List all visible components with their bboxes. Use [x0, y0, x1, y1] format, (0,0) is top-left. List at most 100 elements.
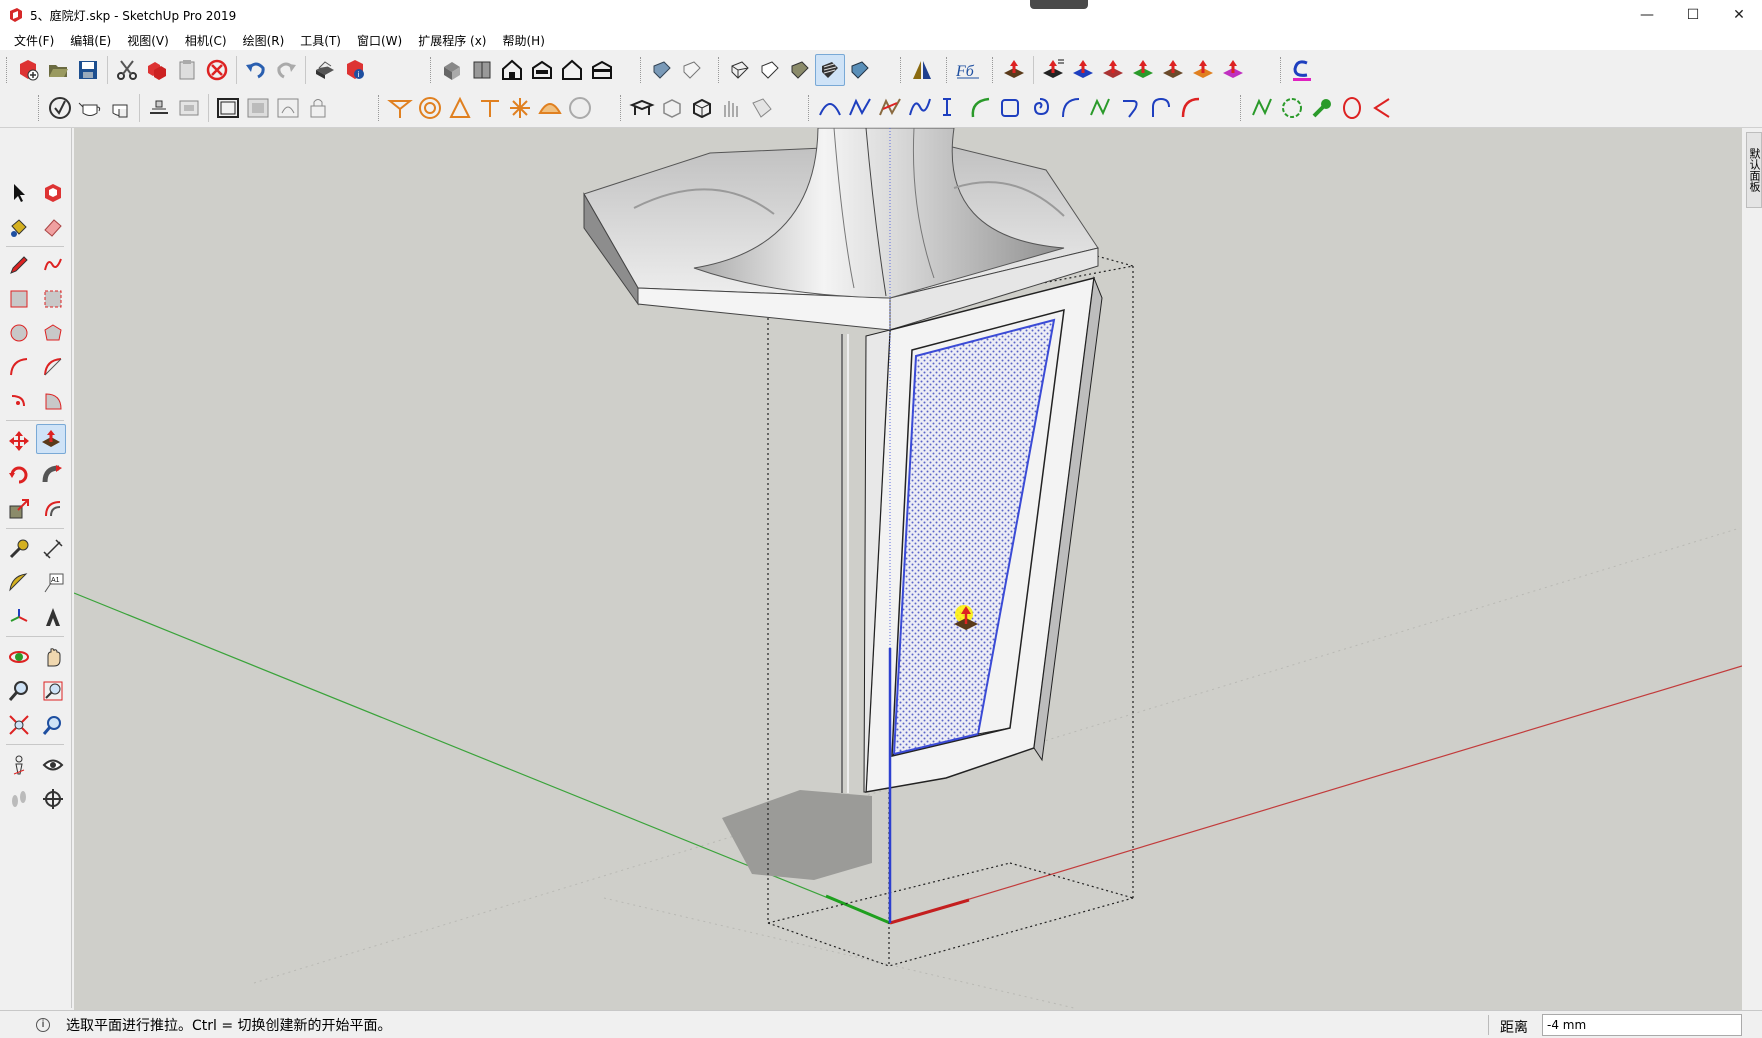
eraser-icon[interactable]	[38, 212, 68, 242]
zoom-icon[interactable]	[4, 676, 34, 706]
push-n-icon[interactable]	[1158, 54, 1188, 86]
rectangle-icon[interactable]	[995, 92, 1025, 124]
orbit-icon[interactable]	[4, 642, 34, 672]
copy-icon[interactable]	[142, 54, 172, 86]
menu-draw[interactable]: 绘图(R)	[235, 32, 293, 49]
fold-icon[interactable]	[747, 92, 777, 124]
bezier-icon[interactable]	[815, 92, 845, 124]
zoom-window-icon[interactable]	[38, 676, 68, 706]
round-corner-icon[interactable]	[415, 92, 445, 124]
circle-icon[interactable]	[1337, 92, 1367, 124]
push-pull-icon[interactable]	[36, 424, 66, 454]
freehand-curve-icon[interactable]	[875, 92, 905, 124]
teapot-icon[interactable]	[75, 92, 105, 124]
curvizard-icon[interactable]	[1287, 54, 1317, 86]
menu-tools[interactable]: 工具(T)	[292, 32, 349, 49]
edit-curve-icon[interactable]	[1247, 92, 1277, 124]
section-plane-icon[interactable]	[907, 54, 937, 86]
rectangle-tool-icon[interactable]	[4, 284, 34, 314]
tape-measure-icon[interactable]	[4, 534, 34, 564]
zigzag-icon[interactable]	[1085, 92, 1115, 124]
top-view-icon[interactable]	[467, 54, 497, 86]
three-point-arc-icon[interactable]	[4, 386, 34, 416]
catenary-icon[interactable]	[935, 92, 965, 124]
wireframe-icon[interactable]	[725, 54, 755, 86]
dome-icon[interactable]	[535, 92, 565, 124]
minimize-button[interactable]: —	[1624, 0, 1670, 30]
frame-3-icon[interactable]	[273, 92, 303, 124]
font-plugin-icon[interactable]: Fб	[953, 54, 983, 86]
circle-tool-icon[interactable]	[4, 318, 34, 348]
right-view-icon[interactable]	[527, 54, 557, 86]
push-r-icon[interactable]	[1098, 54, 1128, 86]
measurements-input[interactable]: -4 mm	[1542, 1014, 1742, 1036]
sparkle-icon[interactable]	[505, 92, 535, 124]
polyline-icon[interactable]	[905, 92, 935, 124]
frame-2-icon[interactable]	[243, 92, 273, 124]
left-view-icon[interactable]	[587, 54, 617, 86]
push-f-icon[interactable]	[1218, 54, 1248, 86]
select-icon[interactable]	[4, 178, 34, 208]
undo-icon[interactable]	[241, 54, 271, 86]
paste-icon[interactable]	[172, 54, 202, 86]
default-tray-tab[interactable]: 默认面板	[1746, 132, 1762, 208]
arc-green-icon[interactable]	[965, 92, 995, 124]
sandbox-from-scratch-icon[interactable]	[174, 92, 204, 124]
erase-selection-icon[interactable]	[202, 54, 232, 86]
iso-view-icon[interactable]	[437, 54, 467, 86]
t-shape-icon[interactable]	[475, 92, 505, 124]
back-edges-icon[interactable]	[677, 54, 707, 86]
polygon-tool-icon[interactable]	[38, 318, 68, 348]
model-viewport[interactable]	[74, 128, 1742, 1010]
arc-icon[interactable]	[1055, 92, 1085, 124]
info-icon[interactable]: i	[36, 1017, 50, 1032]
pencil-icon[interactable]	[4, 250, 34, 280]
wrench-icon[interactable]	[1307, 92, 1337, 124]
make-component-icon[interactable]	[38, 178, 68, 208]
paint-bucket-icon[interactable]	[4, 212, 34, 242]
hidden-line-icon[interactable]	[755, 54, 785, 86]
rotated-rect-icon[interactable]	[38, 284, 68, 314]
spline-icon[interactable]	[845, 92, 875, 124]
umbrella-icon[interactable]	[385, 92, 415, 124]
freehand-icon[interactable]	[38, 250, 68, 280]
solid-check-icon[interactable]	[45, 92, 75, 124]
walk-icon[interactable]	[4, 784, 34, 814]
wedge-icon[interactable]	[1367, 92, 1397, 124]
shaded-textures-icon[interactable]	[815, 54, 845, 86]
push-equal-icon[interactable]	[1038, 54, 1068, 86]
menu-extensions[interactable]: 扩展程序 (x)	[410, 32, 494, 49]
text-icon[interactable]: A1	[38, 568, 68, 598]
menu-help[interactable]: 帮助(H)	[494, 32, 552, 49]
position-camera-icon[interactable]	[4, 750, 34, 780]
push-x-icon[interactable]	[1188, 54, 1218, 86]
pan-icon[interactable]	[38, 642, 68, 672]
hook-icon[interactable]	[1115, 92, 1145, 124]
frame-icon[interactable]	[213, 92, 243, 124]
menu-file[interactable]: 文件(F)	[6, 32, 62, 49]
drag-handle[interactable]	[1030, 0, 1088, 9]
move-icon[interactable]	[4, 426, 34, 456]
table-icon[interactable]	[627, 92, 657, 124]
menu-window[interactable]: 窗口(W)	[349, 32, 410, 49]
spiral-icon[interactable]	[1025, 92, 1055, 124]
save-icon[interactable]	[73, 54, 103, 86]
offset-icon[interactable]	[38, 494, 68, 524]
arc-red-icon[interactable]	[1175, 92, 1205, 124]
print-icon[interactable]	[310, 54, 340, 86]
bevel-icon[interactable]	[445, 92, 475, 124]
lock-icon[interactable]	[303, 92, 333, 124]
arc-2-icon[interactable]	[1145, 92, 1175, 124]
dimension-icon[interactable]	[38, 534, 68, 564]
sphere-icon[interactable]	[565, 92, 595, 124]
front-view-icon[interactable]	[497, 54, 527, 86]
cut-icon[interactable]	[112, 54, 142, 86]
arc-tool-icon[interactable]	[4, 352, 34, 382]
new-model-icon[interactable]	[13, 54, 43, 86]
protractor-icon[interactable]	[4, 568, 34, 598]
maximize-button[interactable]: ☐	[1670, 0, 1716, 30]
section-tool-icon[interactable]	[38, 784, 68, 814]
push-v-icon[interactable]	[1128, 54, 1158, 86]
toolbar-grip[interactable]	[6, 57, 9, 83]
pie-icon[interactable]	[38, 386, 68, 416]
